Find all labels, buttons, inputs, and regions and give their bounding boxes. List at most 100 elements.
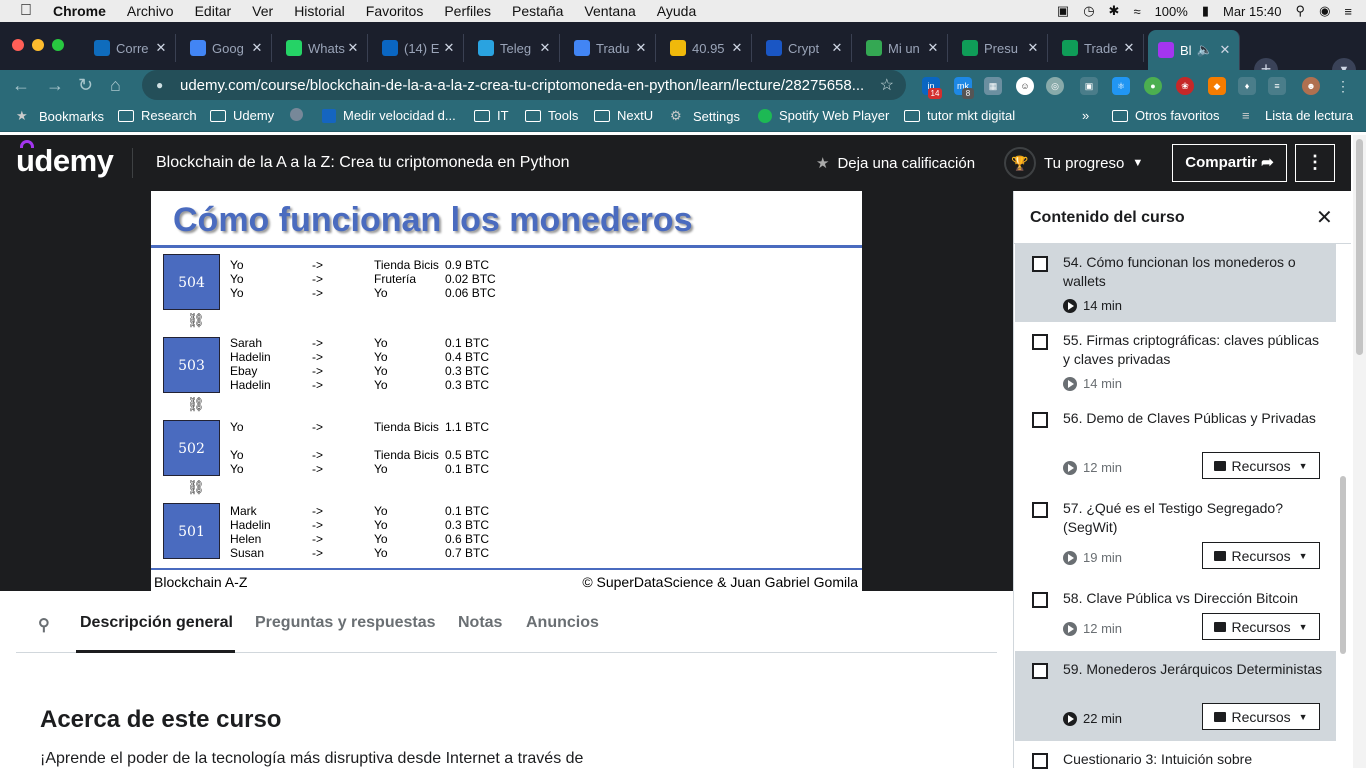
lecture-title[interactable]: 58. Clave Pública vs Dirección Bitcoin xyxy=(1063,589,1325,608)
resources-dropdown-button[interactable]: Recursos ▼ xyxy=(1202,542,1320,569)
bookmark-medir-velocidad[interactable]: Medir velocidad d... xyxy=(322,108,456,123)
more-options-button[interactable]: ⋮ xyxy=(1295,144,1335,182)
lecture-checkbox[interactable] xyxy=(1032,334,1048,350)
close-tab-icon[interactable]: ✕ xyxy=(441,40,457,56)
menu-favoritos[interactable]: Favoritos xyxy=(366,3,424,19)
close-tab-icon[interactable]: ✕ xyxy=(633,40,649,56)
browser-tab[interactable]: Trade ✕ xyxy=(1052,34,1144,62)
lecture-item[interactable]: Cuestionario 3: Intuición sobre xyxy=(1015,741,1336,771)
menu-pestana[interactable]: Pestaña xyxy=(512,3,563,19)
bookmark-tutor-mkt[interactable]: tutor mkt digital xyxy=(904,108,1015,123)
battery-icon[interactable]: ▮ xyxy=(1202,3,1209,19)
menu-app-name[interactable]: Chrome xyxy=(53,3,106,19)
lecture-checkbox[interactable] xyxy=(1032,753,1048,769)
rate-course-button[interactable]: ★ Deja una calificación xyxy=(816,154,975,173)
close-icon[interactable]: ✕ xyxy=(1316,205,1333,230)
forward-arrow-icon[interactable]: → xyxy=(46,75,64,96)
menu-archivo[interactable]: Archivo xyxy=(127,3,174,19)
circle-extension-icon[interactable]: ◎ xyxy=(1046,77,1064,95)
sidebar-scrollbar-thumb[interactable] xyxy=(1340,476,1346,654)
tab-descripcion-general[interactable]: Descripción general xyxy=(80,614,233,632)
speaker-icon[interactable]: 🔈 xyxy=(1197,42,1213,58)
bookmark-udemy[interactable]: Udemy xyxy=(210,108,274,123)
minimize-window-button[interactable] xyxy=(32,39,44,51)
back-arrow-icon[interactable]: ← xyxy=(12,75,30,96)
profile-avatar[interactable]: ☻ xyxy=(1302,77,1320,95)
lecture-item[interactable]: 59. Monederos Jerárquicos Deterministas 2… xyxy=(1015,651,1336,741)
battery-percent[interactable]: 100% xyxy=(1155,4,1188,19)
resources-dropdown-button[interactable]: Recursos ▼ xyxy=(1202,452,1320,479)
page-scrollbar-thumb[interactable] xyxy=(1356,139,1363,355)
lecture-item[interactable]: 56. Demo de Claves Públicas y Privadas 12… xyxy=(1015,400,1336,490)
search-icon[interactable]: ⚲ xyxy=(38,615,50,635)
bug-extension-icon[interactable]: ❀ xyxy=(1176,77,1194,95)
clock[interactable]: Mar 15:40 xyxy=(1223,4,1282,19)
close-tab-icon[interactable]: ✕ xyxy=(153,40,169,56)
tab-preguntas-respuestas[interactable]: Preguntas y respuestas xyxy=(255,614,436,632)
bookmarks-overflow-chevron[interactable]: » xyxy=(1082,108,1089,123)
menu-perfiles[interactable]: Perfiles xyxy=(444,3,491,19)
zoom-window-button[interactable] xyxy=(52,39,64,51)
browser-tab[interactable]: Mi un ✕ xyxy=(856,34,948,62)
close-tab-icon[interactable]: ✕ xyxy=(1217,42,1233,58)
lecture-checkbox[interactable] xyxy=(1032,412,1048,428)
browser-tab[interactable]: Goog ✕ xyxy=(180,34,272,62)
close-tab-icon[interactable]: ✕ xyxy=(345,40,361,56)
lecture-title[interactable]: 55. Firmas criptográficas: claves públic… xyxy=(1063,331,1325,369)
lecture-item[interactable]: 57. ¿Qué es el Testigo Segregado? (SegWi… xyxy=(1015,490,1336,580)
bookmark-bookmarks[interactable]: ★ Bookmarks xyxy=(16,108,104,124)
bluetooth-icon[interactable]: ✱ xyxy=(1109,3,1120,19)
close-tab-icon[interactable]: ✕ xyxy=(1025,40,1041,56)
control-center-icon[interactable]: ≡ xyxy=(1344,4,1352,19)
chrome-menu-icon[interactable]: ⋮ xyxy=(1334,77,1352,95)
reload-icon[interactable]: ↻ xyxy=(78,75,93,96)
bookmark-lista-de-lectura[interactable]: ≡ Lista de lectura xyxy=(1242,108,1353,123)
lecture-title[interactable]: 54. Cómo funcionan los monederos o walle… xyxy=(1063,253,1325,291)
frog-extension-icon[interactable]: ● xyxy=(1144,77,1162,95)
browser-tab[interactable]: Corre ✕ xyxy=(84,34,176,62)
reading-list-icon[interactable]: ≡ xyxy=(1268,77,1286,95)
browser-tab[interactable]: Whats ✕ xyxy=(276,34,368,62)
sidebar-scrollbar[interactable] xyxy=(1338,244,1348,768)
lecture-item[interactable]: 55. Firmas criptográficas: claves públic… xyxy=(1015,322,1336,400)
time-machine-icon[interactable]: ◷ xyxy=(1083,3,1094,19)
lecture-checkbox[interactable] xyxy=(1032,592,1048,608)
browser-tab[interactable]: Teleg ✕ xyxy=(468,34,560,62)
bookmark-spotify[interactable]: Spotify Web Player xyxy=(758,108,889,123)
browser-tab[interactable]: Crypt ✕ xyxy=(756,34,852,62)
lecture-checkbox[interactable] xyxy=(1032,502,1048,518)
menu-ayuda[interactable]: Ayuda xyxy=(657,3,696,19)
bookmark-nextu[interactable]: NextU xyxy=(594,108,653,123)
siri-icon[interactable]: ◉ xyxy=(1319,3,1330,19)
lock-icon[interactable]: ● xyxy=(156,78,170,92)
metamask-extension-icon[interactable]: ◆ xyxy=(1208,77,1226,95)
close-tab-icon[interactable]: ✕ xyxy=(729,40,745,56)
address-bar[interactable]: ● udemy.com/course/blockchain-de-la-a-a-… xyxy=(142,70,906,100)
page-scrollbar[interactable] xyxy=(1353,135,1366,768)
resources-dropdown-button[interactable]: Recursos ▼ xyxy=(1202,613,1320,640)
lecture-title[interactable]: 59. Monederos Jerárquicos Deterministas xyxy=(1063,660,1325,679)
browser-tab[interactable]: 40.95 ✕ xyxy=(660,34,752,62)
close-tab-icon[interactable]: ✕ xyxy=(829,40,845,56)
lecture-checkbox[interactable] xyxy=(1032,663,1048,679)
tab-notas[interactable]: Notas xyxy=(458,614,502,632)
share-button[interactable]: Compartir ➦ xyxy=(1172,144,1287,182)
close-tab-icon[interactable]: ✕ xyxy=(249,40,265,56)
menu-historial[interactable]: Historial xyxy=(294,3,345,19)
bookmark-otros-favoritos[interactable]: Otros favoritos xyxy=(1112,108,1220,123)
apple-icon[interactable]:  xyxy=(20,2,32,20)
lecture-checkbox[interactable] xyxy=(1032,256,1048,272)
lecture-item[interactable]: 54. Cómo funcionan los monederos o walle… xyxy=(1015,244,1336,322)
bookmark-settings[interactable]: ⚙ Settings xyxy=(670,108,740,124)
grid-extension-icon[interactable]: ▦ xyxy=(984,77,1002,95)
react-extension-icon[interactable]: ⚛ xyxy=(1112,77,1130,95)
browser-tab[interactable]: Presu ✕ xyxy=(952,34,1048,62)
tab-anuncios[interactable]: Anuncios xyxy=(526,614,599,632)
smile-extension-icon[interactable]: ☺ xyxy=(1016,77,1034,95)
close-window-button[interactable] xyxy=(12,39,24,51)
close-tab-icon[interactable]: ✕ xyxy=(537,40,553,56)
wifi-icon[interactable]: ≈ xyxy=(1133,4,1140,19)
menu-ver[interactable]: Ver xyxy=(252,3,273,19)
menu-editar[interactable]: Editar xyxy=(195,3,232,19)
url-text[interactable]: udemy.com/course/blockchain-de-la-a-a-la… xyxy=(180,77,864,94)
